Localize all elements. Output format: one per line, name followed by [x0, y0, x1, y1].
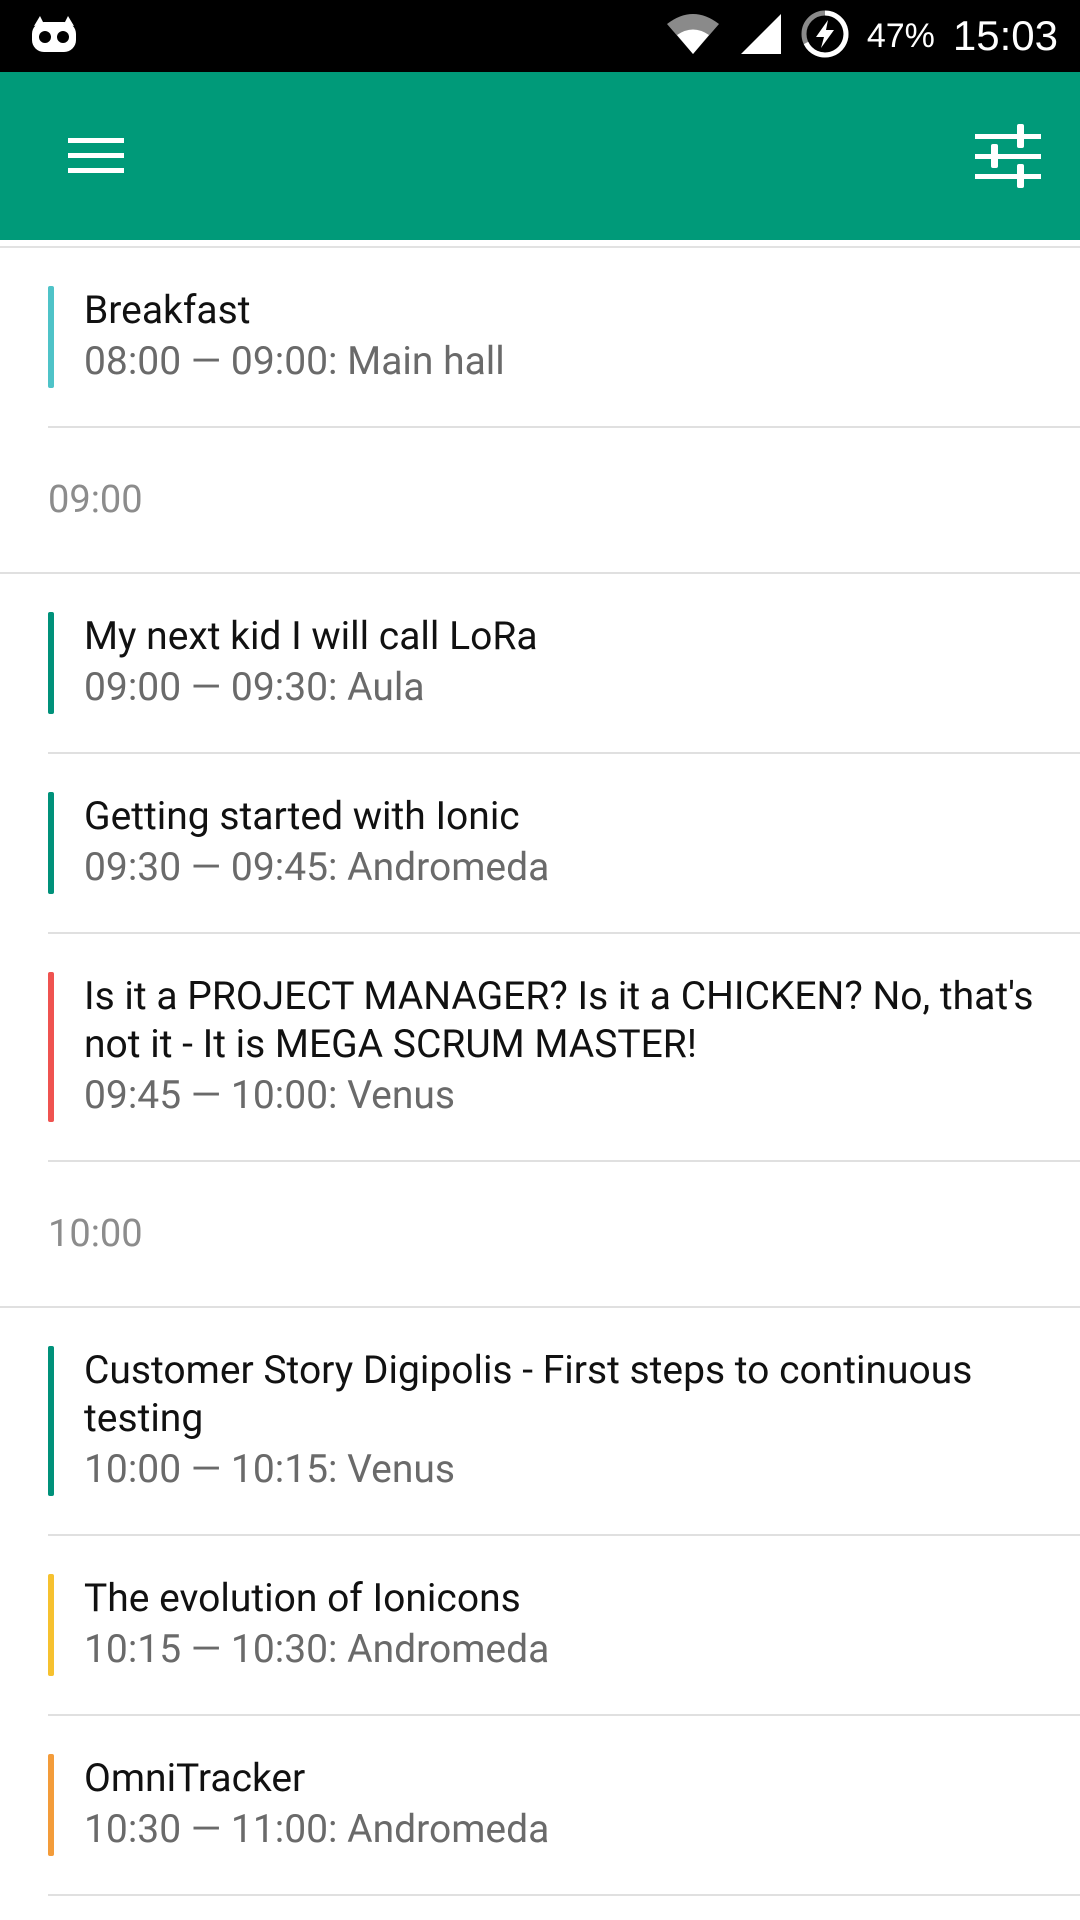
session-time-room: 10:30 — 11:00: Andromeda — [84, 1806, 550, 1852]
cyanogen-mod-icon — [30, 16, 78, 56]
session-title: Getting started with Ionic — [84, 793, 520, 839]
session-time-room: 10:00 — 10:15: Venus — [84, 1446, 455, 1492]
wifi-icon — [665, 12, 721, 60]
session-item[interactable]: The evolution of Ionicons 10:15 — 10:30:… — [48, 1536, 1080, 1716]
session-time-room: 09:45 — 10:00: Venus — [84, 1072, 455, 1118]
track-color-bar — [48, 286, 54, 388]
status-icons: 47% 15:03 — [665, 0, 1058, 72]
session-title: My next kid I will call LoRa — [84, 613, 538, 659]
session-item[interactable]: OmniTracker 10:30 — 11:00: Andromeda — [48, 1716, 1080, 1896]
clock: 15:03 — [952, 12, 1058, 59]
session-title: OmniTracker — [84, 1755, 306, 1801]
session-time-room: 09:00 — 09:30: Aula — [84, 664, 425, 710]
track-color-bar — [48, 1754, 54, 1856]
session-item[interactable]: My next kid I will call LoRa 09:00 — 09:… — [48, 574, 1080, 754]
app-toolbar — [0, 72, 1080, 240]
session-time-room: 08:00 — 09:00: Main hall — [84, 338, 505, 384]
app-screen: 47% 15:03 Breakfast 08:00 — 09:00: Main … — [0, 0, 1080, 1920]
session-title: Is it a PROJECT MANAGER? Is it a CHICKEN… — [84, 973, 1034, 1067]
track-color-bar — [48, 1574, 54, 1676]
sliders-filter-icon — [975, 124, 1041, 188]
time-group-header: 10:00 — [0, 1162, 1080, 1308]
status-bar: 47% 15:03 — [0, 0, 1080, 72]
session-item[interactable]: Is it a PROJECT MANAGER? Is it a CHICKEN… — [48, 934, 1080, 1162]
session-title: Breakfast — [84, 287, 251, 333]
track-color-bar — [48, 612, 54, 714]
signal-icon — [739, 12, 783, 60]
hamburger-menu-icon — [68, 138, 124, 173]
track-color-bar — [48, 972, 54, 1122]
session-item[interactable]: Breakfast 08:00 — 09:00: Main hall — [48, 248, 1080, 428]
filter-button[interactable] — [960, 108, 1056, 204]
schedule-list: Breakfast 08:00 — 09:00: Main hall 09:00… — [0, 240, 1080, 1920]
battery-saver-icon — [801, 10, 849, 62]
track-color-bar — [48, 1346, 54, 1496]
time-group-header: 09:00 — [0, 428, 1080, 574]
session-item[interactable]: Getting started with Ionic 09:30 — 09:45… — [48, 754, 1080, 934]
battery-percentage: 47% — [866, 16, 935, 55]
session-item[interactable]: Customer Story Digipolis - First steps t… — [48, 1308, 1080, 1536]
track-color-bar — [48, 792, 54, 894]
session-title: The evolution of Ionicons — [84, 1575, 521, 1621]
session-title: Customer Story Digipolis - First steps t… — [84, 1347, 973, 1441]
session-time-room: 09:30 — 09:45: Andromeda — [84, 844, 550, 890]
menu-button[interactable] — [48, 116, 144, 196]
session-time-room: 10:15 — 10:30: Andromeda — [84, 1626, 550, 1672]
